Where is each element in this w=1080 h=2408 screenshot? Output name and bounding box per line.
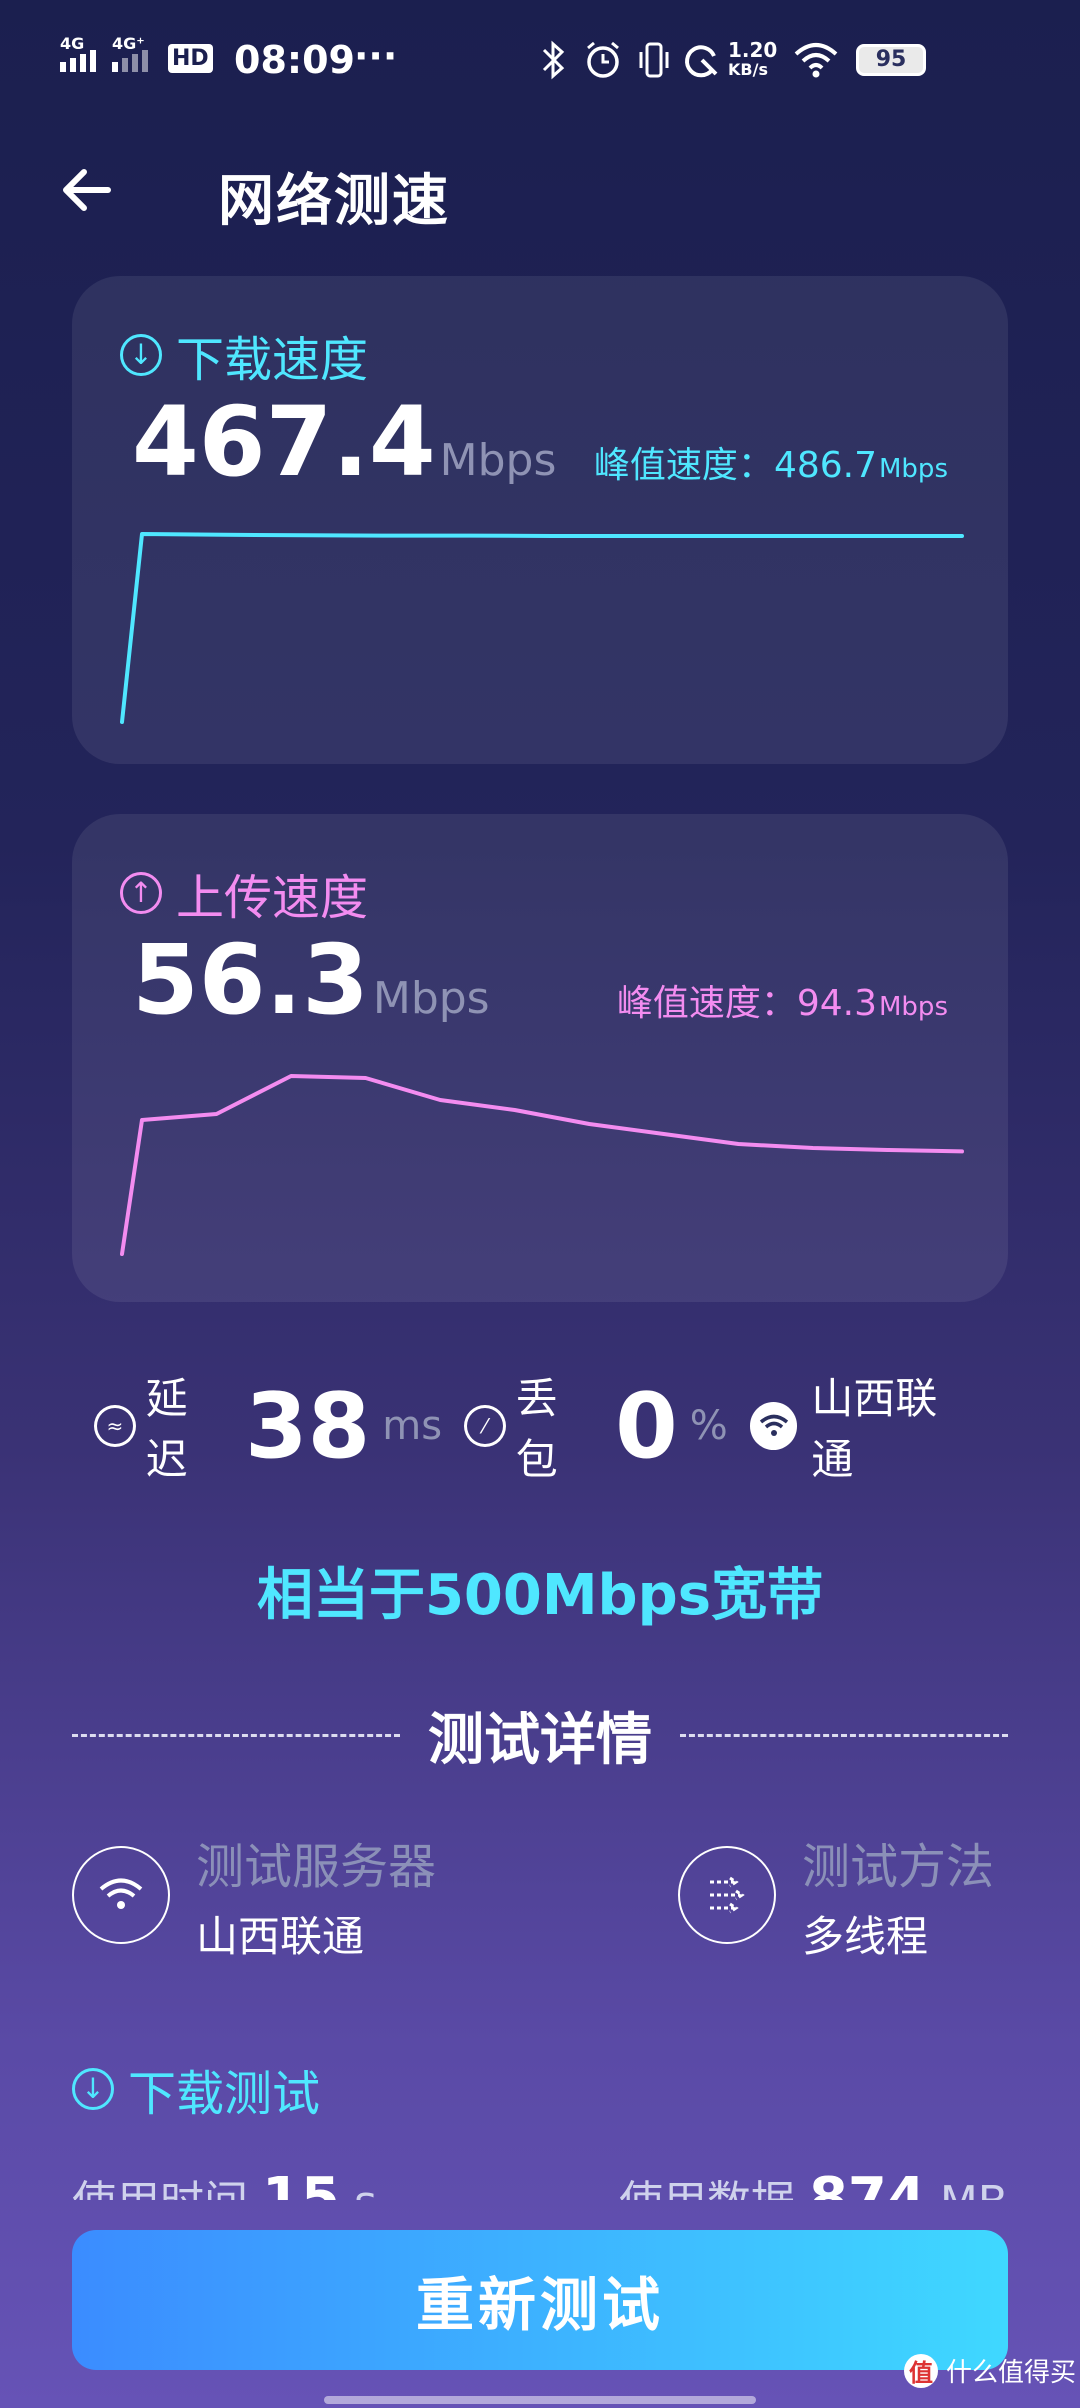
watermark: 值 什么值得买 bbox=[904, 2352, 1076, 2389]
cellular-signal-2-icon bbox=[112, 50, 148, 72]
download-speed-card: ↓ 下载速度 467.4 Mbps 峰值速度： 486.7 Mbps bbox=[72, 276, 1008, 764]
alarm-icon bbox=[587, 41, 619, 78]
hd-voice-icon: HD bbox=[168, 44, 213, 73]
network-type-1: 4G bbox=[60, 34, 85, 53]
back-arrow-icon[interactable] bbox=[58, 160, 118, 220]
isp-name: 山西联通 bbox=[811, 1374, 938, 1484]
wifi-icon bbox=[794, 43, 838, 78]
retest-button[interactable]: 重新测试 bbox=[72, 2230, 1008, 2370]
data-used-label: 使用数据 bbox=[619, 2177, 795, 2200]
time-used-unit: s bbox=[354, 2177, 377, 2200]
data-used-value: 874 bbox=[808, 2166, 926, 2200]
download-peak-value: 486.7 bbox=[773, 445, 877, 486]
download-speed-chart bbox=[120, 532, 964, 724]
latency-value: 38 bbox=[245, 1373, 371, 1479]
multithread-icon bbox=[678, 1846, 776, 1944]
download-peak: 峰值速度： 486.7 Mbps bbox=[594, 436, 948, 488]
download-arrow-icon: ↓ bbox=[120, 334, 162, 376]
upload-arrow-icon: ↑ bbox=[120, 872, 162, 914]
download-speed-readout: 467.4 Mbps bbox=[132, 386, 556, 498]
time-used-value: 15 bbox=[262, 2166, 340, 2200]
latency-unit: ms bbox=[382, 1403, 443, 1449]
upload-peak-value: 94.3 bbox=[796, 983, 877, 1024]
download-test-heading: ↓ 下载测试 bbox=[72, 2054, 320, 2124]
upload-peak-label: 峰值速度： bbox=[616, 983, 797, 1024]
latency-icon: ≈ bbox=[94, 1405, 136, 1447]
battery-icon: 95 bbox=[856, 44, 926, 76]
isp-wifi-icon bbox=[749, 1402, 798, 1450]
data-saver-icon bbox=[685, 45, 718, 78]
time-used: 使用时间 15 s bbox=[72, 2166, 377, 2200]
packet-loss-value: 0 bbox=[615, 1373, 678, 1479]
test-server-value: 山西联通 bbox=[196, 1911, 365, 1961]
network-type-2: 4G⁺ bbox=[112, 34, 145, 53]
home-indicator[interactable] bbox=[324, 2396, 756, 2404]
packet-loss-label: 丢包 bbox=[515, 1374, 558, 1484]
download-test-label: 下载测试 bbox=[128, 2066, 321, 2122]
data-used-unit: MB bbox=[940, 2177, 1008, 2200]
upload-series-line bbox=[120, 1074, 964, 1256]
upload-speed-value: 56.3 bbox=[132, 924, 369, 1036]
time-used-label: 使用时间 bbox=[72, 2177, 248, 2200]
latency-loss-row: ≈ 延迟 38 ms ⁄ 丢包 0 % 山西联通 bbox=[94, 1373, 994, 1484]
clock: 08:09 bbox=[234, 38, 355, 82]
download-test-arrow-icon: ↓ bbox=[72, 2068, 114, 2110]
test-method-item: 测试方法 多线程 bbox=[678, 1839, 994, 1961]
packet-loss-icon: ⁄ bbox=[464, 1405, 506, 1447]
test-method-label: 测试方法 bbox=[802, 1838, 995, 1895]
latency-label: 延迟 bbox=[145, 1374, 188, 1484]
packet-loss-unit: % bbox=[689, 1403, 728, 1449]
watermark-text: 什么值得买 bbox=[946, 2358, 1077, 2388]
page-title: 网络测速 bbox=[218, 169, 450, 234]
server-wifi-icon bbox=[72, 1846, 170, 1944]
watermark-logo: 值 bbox=[904, 2353, 938, 2388]
test-server-label: 测试服务器 bbox=[196, 1838, 437, 1895]
test-details-header: 测试详情 bbox=[72, 1700, 1008, 1773]
upload-speed-label: 上传速度 bbox=[176, 870, 369, 926]
divider-left bbox=[72, 1733, 400, 1737]
test-server-item: 测试服务器 山西联通 bbox=[72, 1839, 436, 1961]
status-bar: 4G 4G⁺ HD 08:09 ··· 1.20 KB/s 95 bbox=[0, 0, 1080, 120]
test-details-title: 测试详情 bbox=[428, 1707, 652, 1773]
download-speed-value: 467.4 bbox=[132, 386, 436, 498]
upload-speed-heading: ↑ 上传速度 bbox=[120, 858, 368, 928]
upload-speed-readout: 56.3 Mbps bbox=[132, 924, 490, 1036]
upload-peak: 峰值速度： 94.3 Mbps bbox=[617, 974, 948, 1026]
bluetooth-icon bbox=[542, 40, 565, 80]
download-speed-unit: Mbps bbox=[439, 435, 557, 486]
divider-right bbox=[680, 1733, 1008, 1737]
upload-speed-unit: Mbps bbox=[372, 973, 490, 1024]
data-used: 使用数据 874 MB bbox=[619, 2166, 1008, 2200]
download-test-stats-row: 使用时间 15 s 使用数据 874 MB bbox=[72, 2160, 1008, 2200]
cellular-signal-icon bbox=[60, 50, 96, 72]
upload-peak-unit: Mbps bbox=[879, 992, 948, 1022]
download-speed-heading: ↓ 下载速度 bbox=[120, 320, 368, 390]
net-speed-value: 1.20 bbox=[728, 38, 778, 62]
download-peak-label: 峰值速度： bbox=[593, 445, 774, 486]
download-peak-unit: Mbps bbox=[879, 454, 948, 484]
upload-speed-card: ↑ 上传速度 56.3 Mbps 峰值速度： 94.3 Mbps bbox=[72, 814, 1008, 1302]
upload-speed-chart bbox=[120, 1074, 964, 1256]
bandwidth-equivalent: 相当于500Mbps宽带 bbox=[256, 1563, 824, 1628]
download-series-line bbox=[120, 532, 964, 724]
net-speed-unit: KB/s bbox=[728, 60, 768, 79]
notification-more-icon: ··· bbox=[354, 34, 398, 78]
test-method-value: 多线程 bbox=[802, 1911, 929, 1961]
vibrate-icon bbox=[639, 42, 669, 78]
download-speed-label: 下载速度 bbox=[176, 332, 369, 388]
